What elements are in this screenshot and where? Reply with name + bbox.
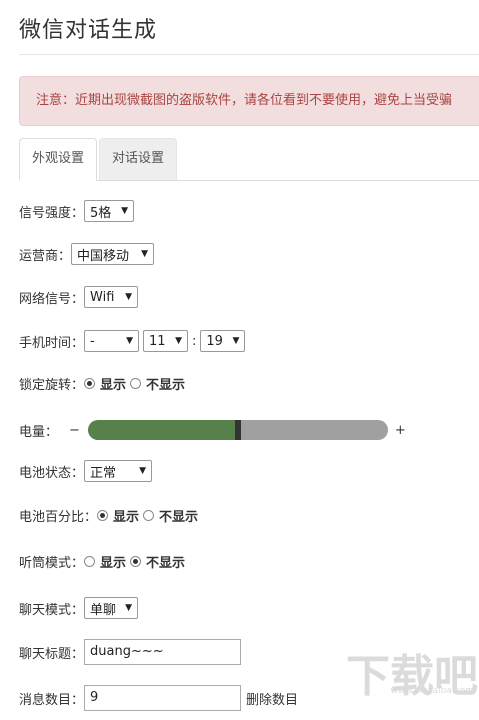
rotation-lock-row: 锁定旋转： 显示 不显示: [19, 371, 189, 395]
battery-status-select[interactable]: 正常 ▼: [84, 460, 153, 482]
battery-percent-hide-radio[interactable]: 不显示: [143, 506, 198, 525]
radio-selected-icon: [84, 377, 96, 389]
time-period-value: -: [90, 333, 95, 349]
radio-unselected-icon: [84, 555, 96, 567]
battery-increase-button[interactable]: +: [395, 423, 406, 438]
radio-unselected-icon: [143, 509, 155, 521]
dropdown-arrow-icon: ▼: [232, 336, 240, 346]
message-count-input[interactable]: 9: [84, 685, 242, 711]
network-row: 网络信号： Wifi ▼: [19, 285, 139, 309]
rotation-lock-hide-label: 不显示: [146, 377, 186, 393]
time-period-select[interactable]: - ▼: [84, 330, 140, 352]
battery-slider-fill: [87, 420, 238, 440]
network-label: 网络信号：: [19, 291, 85, 307]
dropdown-arrow-icon: ▼: [126, 336, 134, 346]
tab-dialog[interactable]: 对话设置: [99, 138, 177, 180]
battery-percent-show-label: 显示: [113, 509, 140, 525]
dropdown-arrow-icon: ▼: [121, 206, 129, 216]
page-title: 微信对话生成: [19, 18, 158, 43]
signal-strength-label: 信号强度：: [19, 205, 85, 221]
chat-mode-select[interactable]: 单聊 ▼: [84, 597, 139, 619]
phone-time-row: 手机时间： - ▼ 11 ▼ : 19 ▼: [19, 329, 246, 353]
chat-title-row: 聊天标题： duang~~~: [19, 639, 242, 665]
battery-decrease-button[interactable]: −: [69, 423, 80, 438]
watermark-logo: 下载吧 www.xiazaiba.com: [338, 652, 478, 718]
battery-slider-handle[interactable]: [234, 420, 241, 440]
chat-mode-label: 聊天模式：: [19, 602, 85, 618]
earpiece-mode-row: 听筒模式： 显示 不显示: [19, 549, 189, 573]
time-minute-select[interactable]: 19 ▼: [200, 330, 246, 352]
delete-count-button[interactable]: 删除数目: [246, 689, 298, 708]
rotation-lock-hide-radio[interactable]: 不显示: [130, 374, 185, 393]
watermark-url: www.xiazaiba.com: [390, 686, 474, 696]
radio-selected-icon: [130, 555, 142, 567]
battery-percent-show-radio[interactable]: 显示: [97, 506, 139, 525]
battery-status-label: 电池状态：: [19, 465, 85, 481]
carrier-value: 中国移动: [77, 248, 130, 264]
earpiece-mode-hide-radio[interactable]: 不显示: [130, 552, 185, 571]
title-divider: [19, 54, 479, 55]
battery-percent-row: 电池百分比： 显示 不显示: [19, 503, 202, 527]
notice-alert: 注意：近期出现微截图的盗版软件，请各位看到不要使用，避免上当受骗: [19, 76, 479, 126]
time-minute-value: 19: [206, 333, 223, 349]
radio-unselected-icon: [130, 377, 142, 389]
rotation-lock-show-label: 显示: [100, 377, 127, 393]
earpiece-mode-show-label: 显示: [100, 555, 127, 571]
message-count-row: 消息数目： 9 删除数目: [19, 685, 298, 711]
carrier-row: 运营商： 中国移动 ▼: [19, 242, 155, 266]
battery-percent-hide-label: 不显示: [159, 509, 199, 525]
time-hour-select[interactable]: 11 ▼: [143, 330, 189, 352]
phone-time-label: 手机时间：: [19, 335, 85, 351]
time-hour-value: 11: [149, 333, 166, 349]
message-count-label: 消息数目：: [19, 692, 85, 708]
settings-tabs: 外观设置 对话设置: [19, 138, 479, 181]
chat-mode-row: 聊天模式： 单聊 ▼: [19, 596, 139, 620]
battery-percent-label: 电池百分比：: [19, 509, 98, 525]
dropdown-arrow-icon: ▼: [125, 292, 133, 302]
carrier-label: 运营商：: [19, 248, 72, 264]
radio-selected-icon: [97, 509, 109, 521]
chat-title-input[interactable]: duang~~~: [84, 639, 242, 665]
time-separator: :: [192, 333, 197, 349]
earpiece-mode-label: 听筒模式：: [19, 555, 85, 571]
signal-strength-row: 信号强度： 5格 ▼: [19, 199, 135, 223]
chat-title-label: 聊天标题：: [19, 646, 85, 662]
dropdown-arrow-icon: ▼: [175, 336, 183, 346]
chat-mode-value: 单聊: [90, 602, 117, 618]
carrier-select[interactable]: 中国移动 ▼: [71, 243, 155, 265]
earpiece-mode-hide-label: 不显示: [146, 555, 186, 571]
battery-label: 电量：: [19, 424, 59, 440]
dropdown-arrow-icon: ▼: [125, 603, 133, 613]
signal-strength-select[interactable]: 5格 ▼: [84, 200, 135, 222]
rotation-lock-show-radio[interactable]: 显示: [84, 374, 126, 393]
battery-slider[interactable]: [87, 420, 388, 440]
battery-status-row: 电池状态： 正常 ▼: [19, 459, 153, 483]
notice-text: 注意：近期出现微截图的盗版软件，请各位看到不要使用，避免上当受骗: [36, 93, 453, 108]
network-value: Wifi: [90, 289, 115, 305]
tab-appearance[interactable]: 外观设置: [19, 138, 97, 181]
signal-strength-value: 5格: [90, 205, 112, 221]
battery-row: 电量： − +: [19, 418, 406, 442]
battery-status-value: 正常: [90, 465, 117, 481]
earpiece-mode-show-radio[interactable]: 显示: [84, 552, 126, 571]
dropdown-arrow-icon: ▼: [141, 249, 149, 259]
network-select[interactable]: Wifi ▼: [84, 286, 139, 308]
dropdown-arrow-icon: ▼: [139, 466, 147, 476]
rotation-lock-label: 锁定旋转：: [19, 377, 85, 393]
